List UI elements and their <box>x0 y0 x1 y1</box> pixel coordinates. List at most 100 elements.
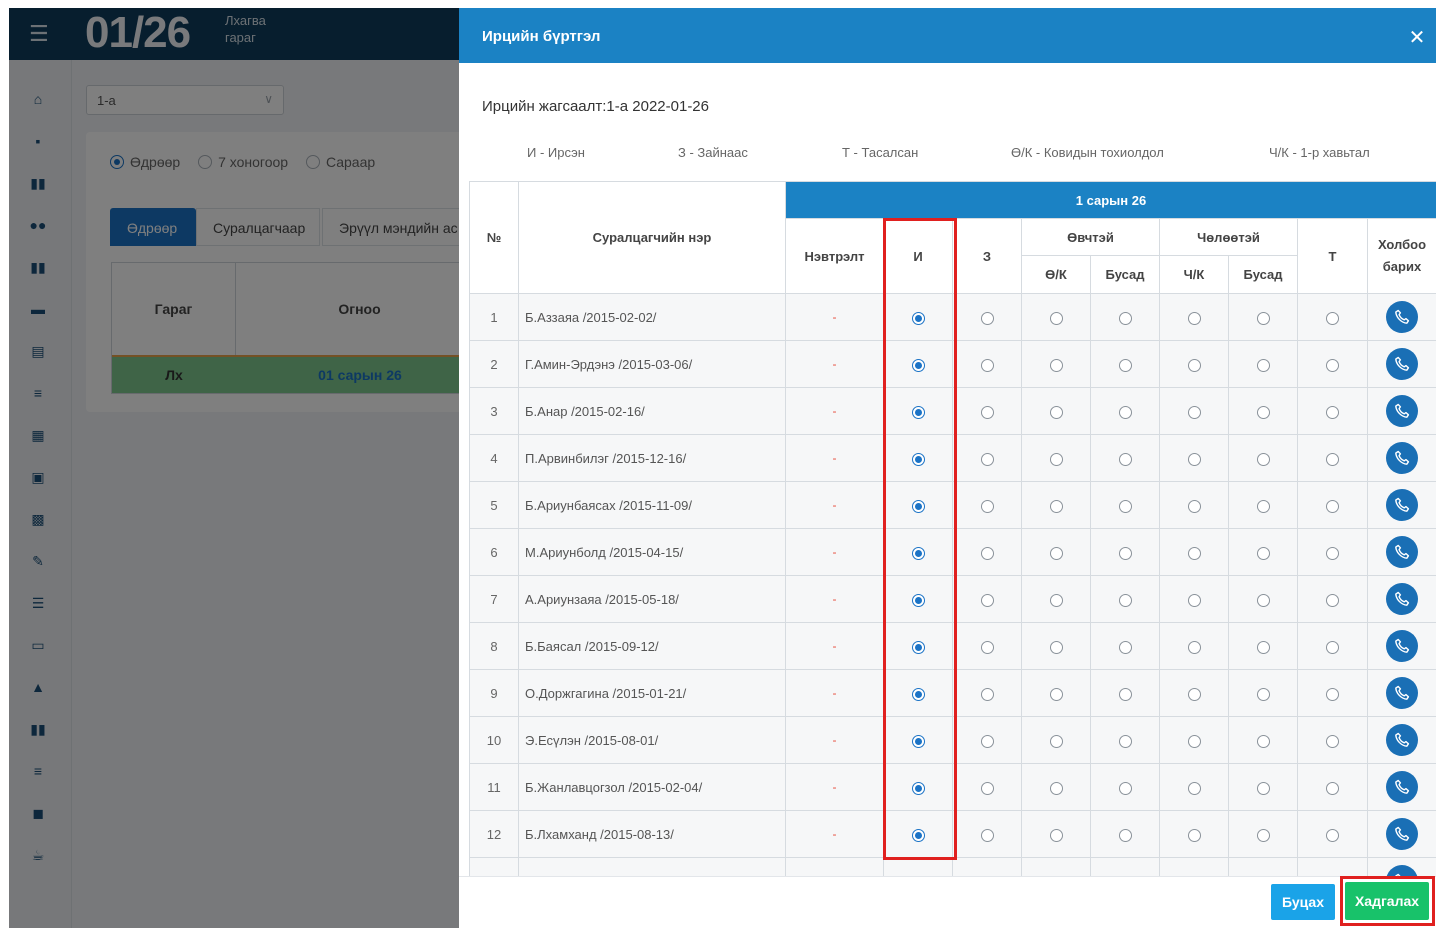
radio-absent[interactable] <box>1326 499 1339 513</box>
radio-present[interactable] <box>911 452 925 466</box>
save-button[interactable]: Хадгалах <box>1345 882 1429 920</box>
phone-call-button[interactable] <box>1386 395 1418 427</box>
radio-absent[interactable] <box>1326 593 1339 607</box>
radio-absent[interactable] <box>1326 452 1339 466</box>
radio-leave-other[interactable] <box>1256 311 1270 325</box>
radio-remote[interactable] <box>980 405 994 419</box>
phone-call-button[interactable] <box>1386 771 1418 803</box>
radio-leave-contact[interactable] <box>1187 311 1201 325</box>
radio-leave-contact[interactable] <box>1187 499 1201 513</box>
radio-remote[interactable] <box>980 734 994 748</box>
radio-present[interactable] <box>911 405 925 419</box>
radio-remote[interactable] <box>980 546 994 560</box>
radio-remote[interactable] <box>980 593 994 607</box>
radio-sick-covid[interactable] <box>1049 358 1063 372</box>
radio-absent[interactable] <box>1326 781 1339 795</box>
radio-remote[interactable] <box>980 452 994 466</box>
radio-sick-covid[interactable] <box>1049 452 1063 466</box>
radio-sick-other[interactable] <box>1118 311 1132 325</box>
radio-sick-covid[interactable] <box>1049 499 1063 513</box>
radio-leave-contact[interactable] <box>1187 546 1201 560</box>
radio-sick-covid[interactable] <box>1049 640 1063 654</box>
radio-absent[interactable] <box>1326 687 1339 701</box>
radio-present[interactable] <box>911 734 925 748</box>
modal-backdrop[interactable] <box>9 8 459 928</box>
radio-present[interactable] <box>911 640 925 654</box>
radio-sick-other[interactable] <box>1118 828 1132 842</box>
phone-call-button[interactable] <box>1386 724 1418 756</box>
phone-call-button[interactable] <box>1386 536 1418 568</box>
radio-sick-other[interactable] <box>1118 358 1132 372</box>
phone-call-button[interactable] <box>1386 583 1418 615</box>
phone-call-button[interactable] <box>1386 301 1418 333</box>
radio-leave-other[interactable] <box>1256 593 1270 607</box>
radio-remote[interactable] <box>980 358 994 372</box>
phone-call-button[interactable] <box>1386 442 1418 474</box>
radio-sick-covid[interactable] <box>1049 687 1063 701</box>
radio-leave-contact[interactable] <box>1187 734 1201 748</box>
radio-leave-contact[interactable] <box>1187 358 1201 372</box>
radio-sick-covid[interactable] <box>1049 828 1063 842</box>
radio-absent[interactable] <box>1326 358 1339 372</box>
phone-call-button[interactable] <box>1386 818 1418 850</box>
radio-sick-covid[interactable] <box>1049 781 1063 795</box>
radio-leave-other[interactable] <box>1256 687 1270 701</box>
radio-absent[interactable] <box>1326 311 1339 325</box>
radio-sick-covid[interactable] <box>1049 311 1063 325</box>
radio-present[interactable] <box>911 593 925 607</box>
phone-call-button[interactable] <box>1386 489 1418 521</box>
radio-sick-covid[interactable] <box>1049 546 1063 560</box>
radio-sick-other[interactable] <box>1118 640 1132 654</box>
radio-sick-other[interactable] <box>1118 687 1132 701</box>
attendance-table-scroll[interactable]: № Суралцагчийн нэр 1 сарын 26 Нэвтрэлт И… <box>469 181 1436 876</box>
radio-leave-other[interactable] <box>1256 499 1270 513</box>
radio-absent[interactable] <box>1326 828 1339 842</box>
radio-leave-contact[interactable] <box>1187 405 1201 419</box>
radio-sick-other[interactable] <box>1118 781 1132 795</box>
radio-absent[interactable] <box>1326 640 1339 654</box>
radio-remote[interactable] <box>980 499 994 513</box>
radio-leave-other[interactable] <box>1256 546 1270 560</box>
radio-absent[interactable] <box>1326 734 1339 748</box>
radio-present[interactable] <box>911 828 925 842</box>
radio-leave-contact[interactable] <box>1187 593 1201 607</box>
radio-leave-contact[interactable] <box>1187 781 1201 795</box>
radio-remote[interactable] <box>980 687 994 701</box>
radio-sick-other[interactable] <box>1118 405 1132 419</box>
phone-call-button[interactable] <box>1386 348 1418 380</box>
radio-leave-other[interactable] <box>1256 781 1270 795</box>
radio-sick-other[interactable] <box>1118 452 1132 466</box>
radio-leave-contact[interactable] <box>1187 452 1201 466</box>
phone-call-button[interactable] <box>1386 677 1418 709</box>
radio-leave-other[interactable] <box>1256 734 1270 748</box>
radio-sick-covid[interactable] <box>1049 593 1063 607</box>
radio-leave-contact[interactable] <box>1187 640 1201 654</box>
radio-absent[interactable] <box>1326 546 1339 560</box>
radio-remote[interactable] <box>980 311 994 325</box>
phone-call-button[interactable] <box>1386 865 1418 876</box>
radio-remote[interactable] <box>980 640 994 654</box>
radio-absent[interactable] <box>1326 405 1339 419</box>
radio-remote[interactable] <box>980 828 994 842</box>
radio-present[interactable] <box>911 687 925 701</box>
radio-sick-other[interactable] <box>1118 734 1132 748</box>
radio-leave-other[interactable] <box>1256 405 1270 419</box>
radio-leave-contact[interactable] <box>1187 828 1201 842</box>
radio-leave-other[interactable] <box>1256 828 1270 842</box>
radio-leave-other[interactable] <box>1256 452 1270 466</box>
radio-remote[interactable] <box>980 781 994 795</box>
close-icon[interactable]: ✕ <box>1406 28 1428 48</box>
radio-present[interactable] <box>911 781 925 795</box>
back-button[interactable]: Буцах <box>1271 884 1335 920</box>
radio-sick-covid[interactable] <box>1049 734 1063 748</box>
radio-present[interactable] <box>911 358 925 372</box>
radio-leave-contact[interactable] <box>1187 687 1201 701</box>
radio-leave-other[interactable] <box>1256 640 1270 654</box>
radio-leave-other[interactable] <box>1256 358 1270 372</box>
radio-sick-other[interactable] <box>1118 593 1132 607</box>
radio-sick-other[interactable] <box>1118 546 1132 560</box>
radio-sick-covid[interactable] <box>1049 405 1063 419</box>
radio-sick-other[interactable] <box>1118 499 1132 513</box>
radio-present[interactable] <box>911 311 925 325</box>
radio-present[interactable] <box>911 546 925 560</box>
